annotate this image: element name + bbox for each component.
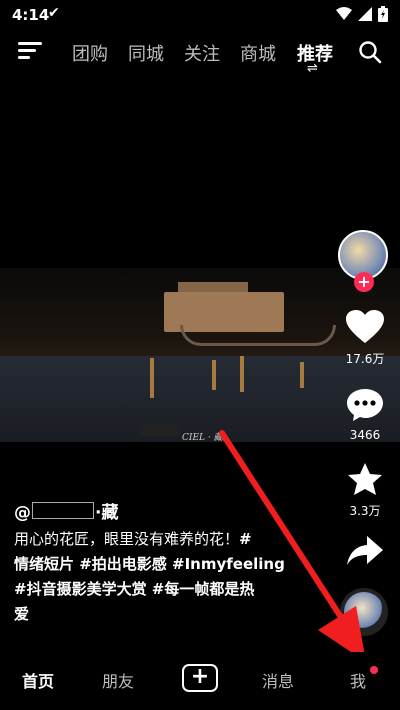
hashtag-line[interactable]: #抖音摄影美学大赏 #每一帧都是热 <box>14 577 304 602</box>
search-icon[interactable] <box>358 40 382 64</box>
status-bar: 4:14 ✔ <box>0 0 400 30</box>
comment-count: 3466 <box>349 428 381 442</box>
author-name[interactable]: @ ·藏 <box>14 498 304 523</box>
battery-icon <box>378 6 388 22</box>
light-reflection <box>240 356 244 392</box>
hashtag-line[interactable]: 情绪短片 #拍出电影感 #Inmyfeeling <box>14 552 304 577</box>
hashtag-line[interactable]: 爱 <box>14 602 304 627</box>
nav-me[interactable]: 我 <box>350 668 366 692</box>
description-text: 用心的花匠，眼里没有难养的花！ <box>14 530 240 548</box>
wifi-icon <box>336 7 352 20</box>
bottom-nav: 首页 朋友 + 消息 我 <box>0 652 400 710</box>
check-icon: ✔ <box>48 5 60 21</box>
follow-plus-button[interactable]: + <box>354 272 374 292</box>
notification-dot <box>370 666 378 674</box>
create-plus-button[interactable]: + <box>182 664 218 692</box>
tab-group-buy[interactable]: 团购 <box>72 40 108 66</box>
tab-mall[interactable]: 商城 <box>240 40 276 66</box>
nav-messages[interactable]: 消息 <box>262 668 294 692</box>
tab-local[interactable]: 同城 <box>128 40 164 66</box>
status-time: 4:14 <box>12 6 50 24</box>
post-info: @ ·藏 用心的花匠，眼里没有难养的花！# 情绪短片 #拍出电影感 #Inmyfe… <box>14 498 304 627</box>
share-arrow-icon <box>347 536 383 565</box>
heart-icon <box>346 310 384 343</box>
light-reflection <box>212 360 216 390</box>
like-button[interactable]: 17.6万 <box>338 310 392 367</box>
like-count: 17.6万 <box>345 352 385 366</box>
star-icon <box>348 463 382 495</box>
favorite-count: 3.3万 <box>349 504 381 518</box>
signal-icon <box>358 7 372 21</box>
share-button[interactable] <box>338 536 392 570</box>
tab-following[interactable]: 关注 <box>184 40 220 66</box>
video-watermark: CIEL · 藏 <box>182 433 223 443</box>
nav-friends[interactable]: 朋友 <box>102 668 134 692</box>
nav-home[interactable]: 首页 <box>22 668 54 692</box>
swap-icon: ⇌ <box>307 61 318 76</box>
hashtag[interactable]: # <box>239 530 252 548</box>
light-reflection <box>300 362 304 388</box>
comment-button[interactable]: 3466 <box>338 388 392 442</box>
favorite-button[interactable]: 3.3万 <box>338 462 392 519</box>
comment-icon <box>347 389 383 421</box>
video-scene-boat <box>140 424 180 436</box>
author-hidden-name <box>32 502 94 519</box>
menu-icon[interactable] <box>18 42 42 60</box>
top-nav: 团购 同城 关注 商城 推荐 ⇌ <box>0 34 400 76</box>
music-disc-icon[interactable] <box>340 588 388 636</box>
light-reflection <box>150 358 154 398</box>
status-icons <box>336 6 388 22</box>
post-description: 用心的花匠，眼里没有难养的花！# 情绪短片 #拍出电影感 #Inmyfeelin… <box>14 527 304 627</box>
video-scene-bridge <box>180 325 336 346</box>
